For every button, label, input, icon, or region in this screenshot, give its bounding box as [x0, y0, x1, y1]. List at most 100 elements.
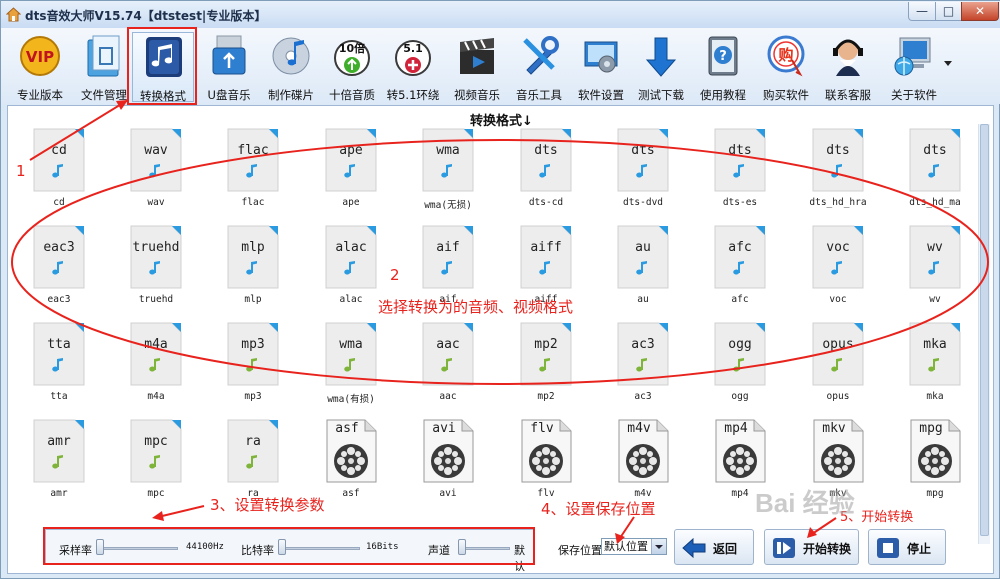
format-caption: wav	[147, 197, 165, 208]
format-ogg-item[interactable]: ogg ogg	[692, 322, 782, 417]
format-wma-item[interactable]: wma wma(有损)	[303, 322, 393, 417]
format-wv-item[interactable]: wv wv	[887, 225, 977, 320]
toolbar-files-button[interactable]: 文件管理	[73, 32, 135, 102]
toolbar-settings-button[interactable]: 软件设置	[570, 32, 632, 102]
toolbar-tutorial-button[interactable]: ? 使用教程	[692, 32, 754, 102]
format-afc-item[interactable]: afc afc	[692, 225, 782, 320]
help-book-icon: ?	[708, 36, 738, 76]
format-aac-item[interactable]: aac aac	[400, 322, 490, 417]
scrollbar-thumb[interactable]	[980, 124, 989, 536]
start-convert-button[interactable]: 开始转换	[764, 529, 859, 565]
bitrate-slider[interactable]	[278, 547, 360, 550]
format-opus-item[interactable]: opus opus	[790, 322, 880, 417]
format-mlp-item[interactable]: mlp mlp	[205, 225, 295, 320]
format-dtsdvd-item[interactable]: dts dts-dvd	[595, 128, 685, 223]
format-caption: mp3	[244, 391, 262, 402]
sample-rate-value: 44100Hz	[186, 542, 224, 552]
format-dtscd-item[interactable]: dts dts-cd	[498, 128, 588, 223]
format-ape-item[interactable]: ape ape	[303, 128, 393, 223]
toolbar-tools-button[interactable]: 音乐工具	[508, 32, 570, 102]
format-wav-item[interactable]: wav wav	[108, 128, 198, 223]
back-button[interactable]: 返回	[674, 529, 754, 565]
sample-rate-slider[interactable]	[96, 547, 178, 550]
format-extension-label: afc	[728, 240, 752, 255]
format-caption: flac	[241, 197, 265, 208]
format-extension-label: truehd	[132, 240, 180, 255]
format-au-item[interactable]: au au	[595, 225, 685, 320]
toolbar-boost-button[interactable]: 10倍 十倍音质	[321, 32, 383, 102]
toolbar-vip-button[interactable]: VIP 专业版本	[9, 32, 71, 102]
format-mka-item[interactable]: mka mka	[887, 322, 977, 417]
toolbar-more-icon[interactable]	[944, 61, 952, 66]
conversion-params: 采样率 44100Hz 比特率 16Bits 声道 默认	[45, 529, 535, 573]
lossy-audio-file-icon	[617, 322, 669, 386]
lossless-audio-file-icon	[33, 128, 85, 192]
format-dts_hd_hra-item[interactable]: dts dts_hd_hra	[790, 128, 880, 223]
format-extension-label: asf	[335, 421, 359, 436]
lossy-audio-file-icon	[422, 322, 474, 386]
format-caption: truehd	[138, 294, 174, 305]
format-ac3-item[interactable]: ac3 ac3	[595, 322, 685, 417]
format-dts_hd_ma-item[interactable]: dts dts_hd_ma	[887, 128, 977, 223]
toolbar-about-button[interactable]: 关于软件	[883, 32, 945, 102]
lossy-audio-file-icon	[130, 419, 182, 483]
sample-rate-slider-knob[interactable]	[96, 539, 104, 555]
format-amr-item[interactable]: amr amr	[11, 419, 101, 514]
usb-drive-icon	[212, 35, 246, 75]
save-location-select[interactable]: 默认位置	[601, 538, 667, 555]
format-mpc-item[interactable]: mpc mpc	[108, 419, 198, 514]
lossless-audio-file-icon	[714, 225, 766, 289]
channel-slider-knob[interactable]	[458, 539, 466, 555]
lossless-audio-file-icon	[714, 128, 766, 192]
ten-times-icon: 10倍	[334, 40, 370, 76]
vertical-scrollbar[interactable]	[978, 124, 990, 544]
format-caption: ac3	[634, 391, 652, 402]
format-tta-item[interactable]: tta tta	[11, 322, 101, 417]
svg-text:?: ?	[719, 49, 727, 64]
headset-agent-icon	[833, 39, 863, 76]
maximize-button[interactable]: □	[935, 2, 962, 21]
format-voc-item[interactable]: voc voc	[790, 225, 880, 320]
format-m4a-item[interactable]: m4a m4a	[108, 322, 198, 417]
stop-button[interactable]: 停止	[868, 529, 946, 565]
format-caption: mlp	[244, 294, 262, 305]
format-truehd-item[interactable]: truehd truehd	[108, 225, 198, 320]
format-eac3-item[interactable]: eac3 eac3	[11, 225, 101, 320]
format-avi-item[interactable]: avi avi	[400, 419, 490, 514]
minimize-button[interactable]: —	[908, 2, 936, 21]
close-button[interactable]: ✕	[961, 2, 999, 21]
format-caption: afc	[731, 294, 749, 305]
stop-button-label: 停止	[907, 542, 932, 556]
toolbar-usb-button[interactable]: U盘音乐	[198, 32, 260, 102]
section-title: 转换格式↓	[470, 114, 533, 129]
format-extension-label: alac	[335, 240, 367, 255]
toolbar-buy-button[interactable]: 购购买软件	[755, 32, 817, 102]
toolbar-video-button[interactable]: 视频音乐	[446, 32, 508, 102]
format-mp3-item[interactable]: mp3 mp3	[205, 322, 295, 417]
lossless-audio-file-icon	[520, 225, 572, 289]
format-mp2-item[interactable]: mp2 mp2	[498, 322, 588, 417]
format-caption: mpg	[926, 488, 944, 499]
vip-badge-icon: VIP	[20, 36, 60, 76]
toolbar-convert-button[interactable]: 转换格式	[132, 32, 194, 103]
toolbar-surround-button[interactable]: 5.1 转5.1环绕	[382, 32, 444, 102]
lossy-audio-file-icon	[812, 322, 864, 386]
format-dtses-item[interactable]: dts dts-es	[692, 128, 782, 223]
format-wma-item[interactable]: wma wma(无损)	[400, 128, 490, 223]
format-extension-label: ogg	[728, 337, 752, 352]
toolbar-disc-button[interactable]: 制作碟片	[260, 32, 322, 102]
title-bar[interactable]: dts音效大师V15.74【dtstest|专业版本】 — □ ✕	[1, 1, 1000, 29]
bitrate-slider-knob[interactable]	[278, 539, 286, 555]
annotation-step-1: 1	[16, 162, 26, 180]
format-mpg-item[interactable]: mpg mpg	[887, 419, 977, 514]
toolbar-support-button[interactable]: 联系客服	[817, 32, 879, 102]
format-flac-item[interactable]: flac flac	[205, 128, 295, 223]
toolbar-download-button[interactable]: 测试下载	[630, 32, 692, 102]
chevron-down-icon[interactable]	[651, 539, 666, 554]
file-manager-icon	[87, 35, 120, 77]
format-caption: dts_hd_hra	[809, 197, 867, 208]
annotation-step-2-text: 选择转换为的音频、视频格式	[378, 298, 574, 316]
format-extension-label: mp2	[534, 337, 558, 352]
format-caption: wma(无损)	[424, 200, 472, 211]
format-caption: aac	[439, 391, 457, 402]
